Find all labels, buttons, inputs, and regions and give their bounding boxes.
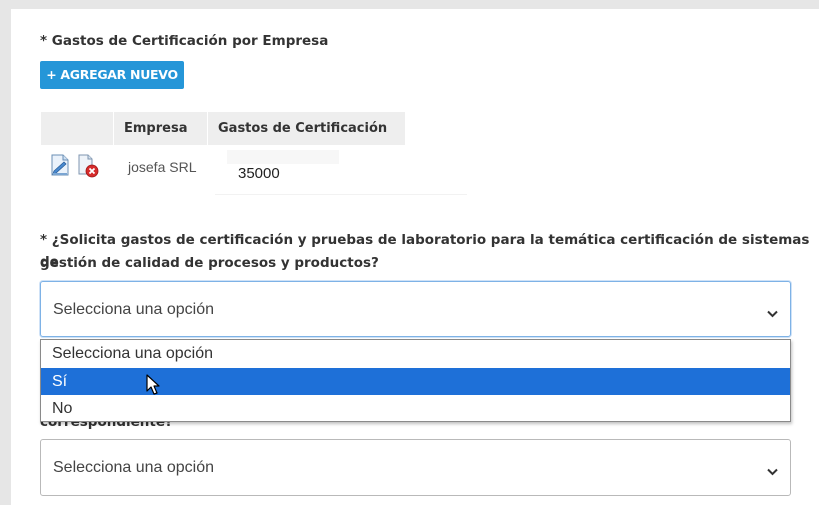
cell-gastos: 35000: [238, 165, 280, 182]
header-separator: [113, 112, 114, 145]
gastos-certificacion-label: * Gastos de Certificación por Empresa: [40, 33, 329, 49]
mouse-cursor-icon: [146, 374, 162, 401]
chevron-down-icon: [767, 305, 778, 323]
table-header: Empresa Gastos de Certificación: [41, 112, 405, 145]
question1-label-line2: gestión de calidad de procesos y product…: [40, 255, 379, 271]
delete-document-icon[interactable]: [78, 154, 100, 183]
question1-select-value: Selecciona una opción: [53, 301, 215, 318]
header-separator: [207, 112, 208, 145]
chevron-down-icon: [767, 463, 778, 481]
question2-select[interactable]: Selecciona una opción: [40, 439, 791, 496]
question2-select-value: Selecciona una opción: [53, 459, 215, 476]
header-gastos: Gastos de Certificación: [218, 121, 388, 136]
question1-select[interactable]: Selecciona una opción: [40, 281, 791, 337]
header-empresa: Empresa: [124, 121, 188, 136]
edit-document-icon[interactable]: [51, 154, 69, 181]
add-new-button[interactable]: + AGREGAR NUEVO: [40, 61, 184, 89]
cell-empresa: josefa SRL: [128, 159, 197, 175]
option-selecciona[interactable]: Selecciona una opción: [41, 340, 790, 367]
